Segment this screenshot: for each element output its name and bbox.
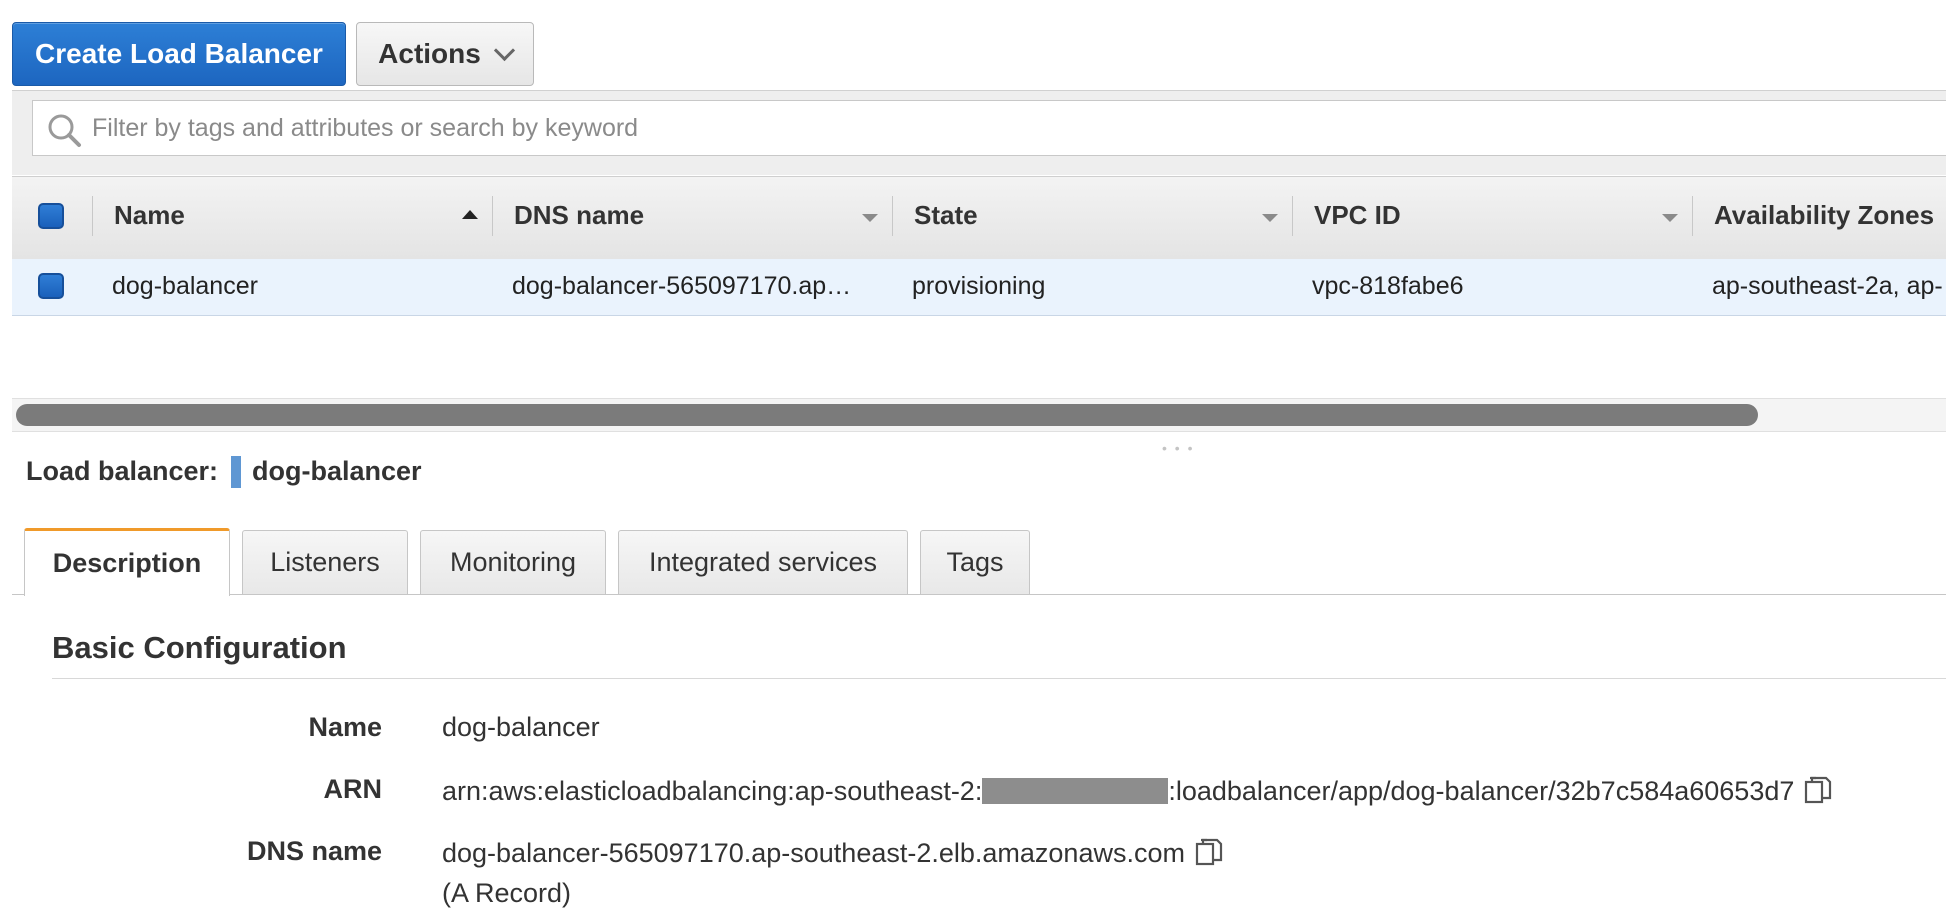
- column-header-dns-name[interactable]: DNS name: [514, 200, 644, 231]
- column-header-vpc-id[interactable]: VPC ID: [1314, 200, 1401, 231]
- sort-toggle-icon[interactable]: [1662, 214, 1678, 222]
- create-load-balancer-button[interactable]: Create Load Balancer: [12, 22, 346, 86]
- actions-button[interactable]: Actions: [356, 22, 534, 86]
- arn-suffix: :loadbalancer/app/dog-balancer/32b7c584a…: [1168, 776, 1795, 806]
- sort-toggle-icon[interactable]: [1262, 214, 1278, 222]
- section-title: Basic Configuration: [52, 630, 347, 665]
- sort-ascending-icon[interactable]: [462, 210, 478, 219]
- tab-monitoring[interactable]: Monitoring: [420, 530, 606, 594]
- column-divider: [1692, 196, 1693, 236]
- column-header-name[interactable]: Name: [114, 200, 185, 231]
- cell-state: provisioning: [912, 272, 1046, 300]
- load-balancer-label: Load balancer:: [26, 456, 219, 486]
- redacted-account-id: [982, 778, 1169, 804]
- create-load-balancer-label: Create Load Balancer: [35, 38, 323, 69]
- table-header: [12, 176, 1946, 260]
- actions-label: Actions: [378, 38, 481, 69]
- chevron-down-icon: [493, 39, 515, 61]
- column-divider: [892, 196, 893, 236]
- tab-listeners[interactable]: Listeners: [242, 530, 408, 594]
- cell-dns-name: dog-balancer-565097170.ap…: [512, 272, 852, 300]
- section-divider: [52, 678, 1946, 679]
- select-all-checkbox[interactable]: [38, 203, 64, 229]
- copy-icon[interactable]: [1193, 836, 1225, 868]
- field-label-name: Name: [308, 712, 382, 742]
- resize-handle-icon[interactable]: • • •: [1162, 440, 1194, 456]
- search-icon: [48, 114, 81, 147]
- row-checkbox[interactable]: [38, 273, 64, 299]
- dns-name-value: dog-balancer-565097170.ap-southeast-2.el…: [442, 838, 1185, 868]
- column-header-state[interactable]: State: [914, 200, 978, 231]
- field-label-arn: ARN: [323, 774, 383, 804]
- column-divider: [92, 196, 93, 236]
- arn-prefix: arn:aws:elasticloadbalancing:ap-southeas…: [442, 776, 983, 806]
- load-balancer-name: dog-balancer: [252, 456, 422, 486]
- column-divider: [492, 196, 493, 236]
- tab-integrated-services[interactable]: Integrated services: [618, 530, 908, 594]
- cell-vpc-id: vpc-818fabe6: [1312, 272, 1464, 300]
- horizontal-scrollbar-thumb[interactable]: [16, 404, 1758, 426]
- cell-name: dog-balancer: [112, 272, 258, 300]
- field-label-dns-name: DNS name: [246, 836, 382, 866]
- field-value-dns-name: dog-balancer-565097170.ap-southeast-2.el…: [442, 836, 1225, 869]
- cell-availability-zones: ap-southeast-2a, ap-: [1712, 272, 1943, 300]
- tabs-divider: [12, 594, 1946, 595]
- tab-description[interactable]: Description: [24, 528, 230, 596]
- column-header-availability-zones[interactable]: Availability Zones: [1714, 200, 1934, 231]
- tab-tags[interactable]: Tags: [920, 530, 1030, 594]
- field-value-name: dog-balancer: [442, 712, 600, 742]
- field-value-arn: arn:aws:elasticloadbalancing:ap-southeas…: [442, 774, 1834, 807]
- copy-icon[interactable]: [1802, 774, 1834, 806]
- dns-record-type: (A Record): [442, 878, 572, 908]
- sort-toggle-icon[interactable]: [862, 214, 878, 222]
- search-placeholder: Filter by tags and attributes or search …: [92, 114, 639, 142]
- selection-marker: [231, 456, 241, 488]
- column-divider: [1292, 196, 1293, 236]
